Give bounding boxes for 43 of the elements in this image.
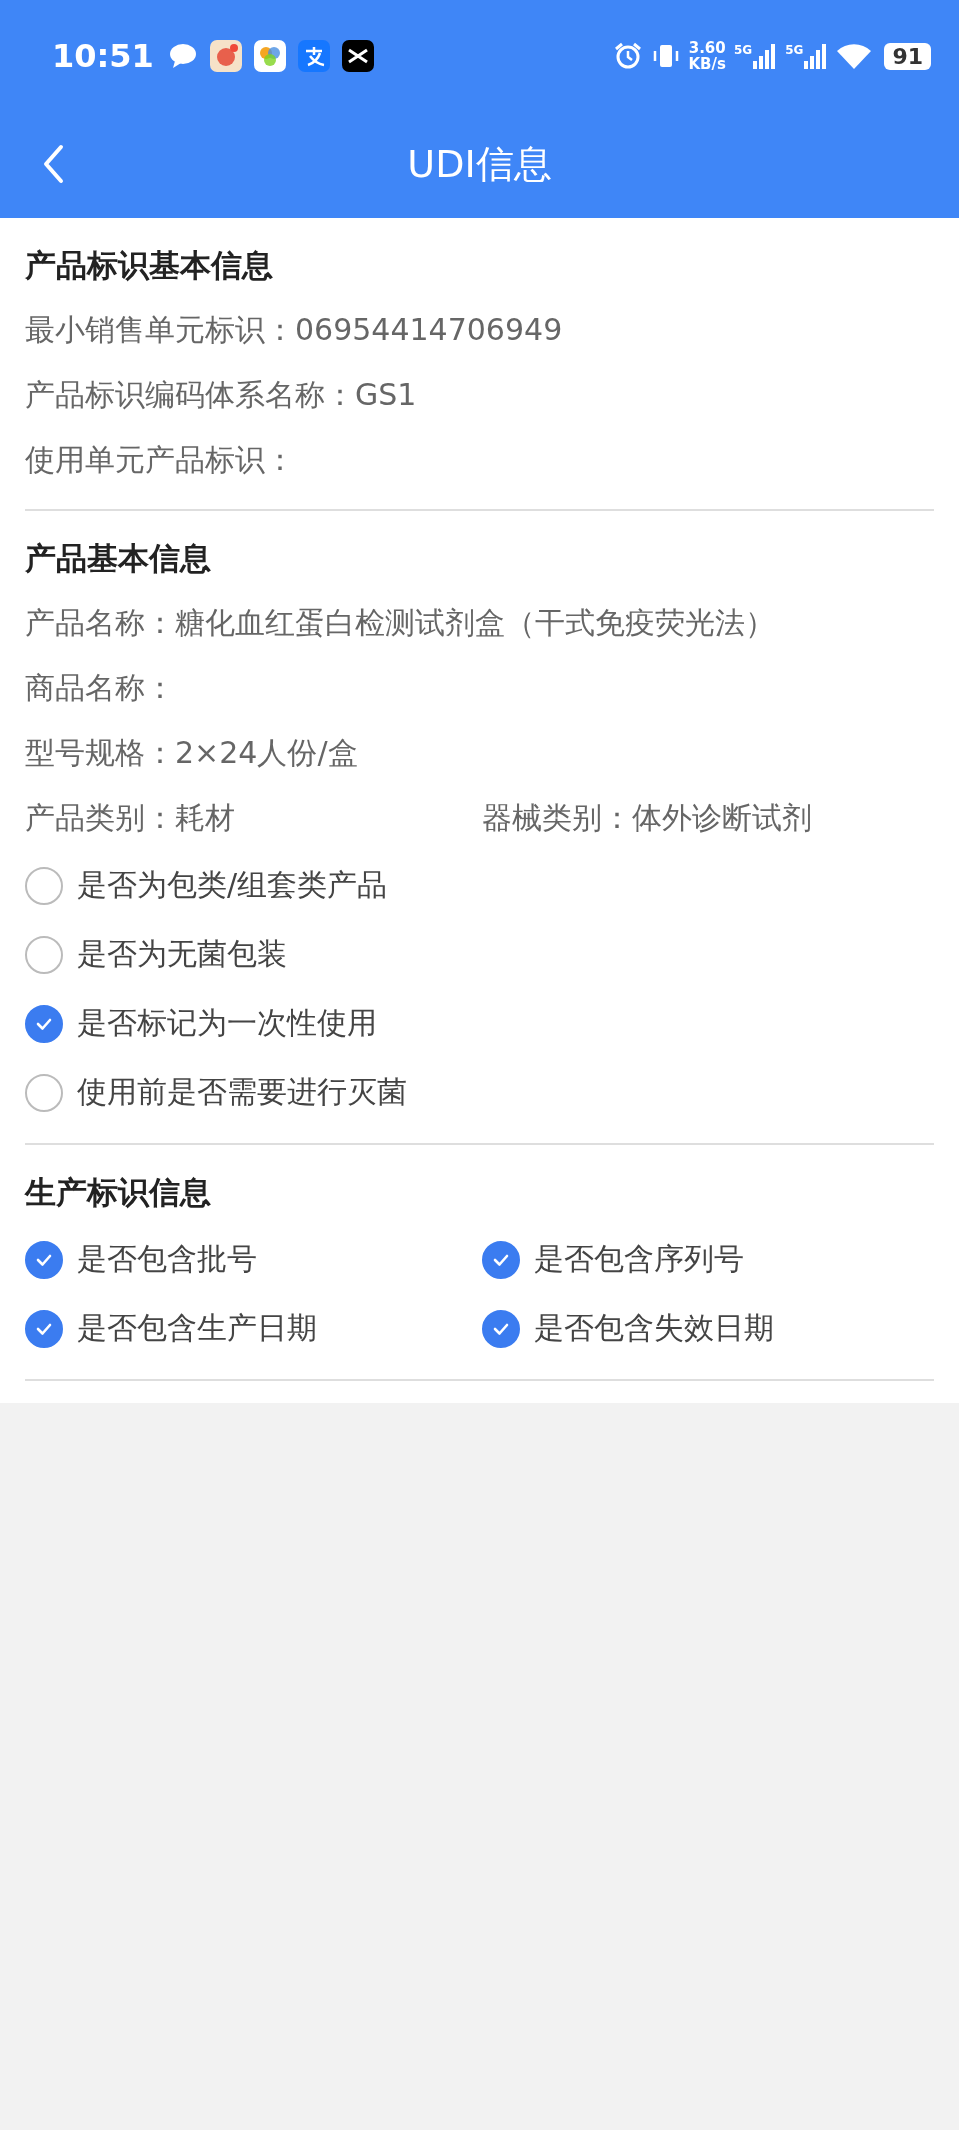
wifi-icon [836,42,873,70]
info-text: 最小销售单元标识：06954414706949 [25,311,563,349]
checkbox[interactable] [25,1240,63,1279]
signal-icon [804,43,829,69]
checkbox[interactable] [482,1240,520,1279]
checkbox[interactable] [25,1004,63,1043]
section-title: 产品标识基本信息 [25,246,274,285]
alarm-icon [612,41,643,71]
network-type: 5G [785,43,804,57]
checkbox-label: 使用前是否需要进行灭菌 [77,1073,407,1111]
checkbox-label: 是否包含失效日期 [534,1309,774,1347]
checkbox[interactable] [25,1073,63,1112]
app-icon [297,40,330,72]
app-icon [209,40,242,72]
page-title: UDI信息 [407,140,552,188]
network-speed: KB/s [688,56,726,72]
signal-icon [753,43,778,69]
app-icon [341,40,374,72]
chat-bubble-icon [167,42,198,70]
info-text: 器械类别：体外诊断试剂 [482,799,812,837]
info-text: 产品类别：耗材 [25,799,235,837]
checkbox-label: 是否包含批号 [77,1240,257,1278]
battery-icon: 91 [884,42,931,70]
checkbox-label: 是否标记为一次性使用 [77,1004,377,1042]
info-text: 产品标识编码体系名称：GS1 [25,376,417,414]
status-time: 10:51 [52,37,154,75]
checkbox-label: 是否为无菌包装 [77,935,287,973]
section-title: 产品基本信息 [25,539,212,578]
network-speed: 3.60 [688,40,726,56]
checkbox[interactable] [25,866,63,905]
network-type: 5G [733,43,753,57]
checkbox[interactable] [25,935,63,974]
info-text: 型号规格：2×24人份/盒 [25,734,358,772]
checkbox-label: 是否包含序列号 [534,1240,744,1278]
info-text: 产品名称：糖化血红蛋白检测试剂盒（干式免疫荧光法） [25,604,775,642]
info-text: 商品名称： [25,669,175,707]
checkbox-label: 是否为包类/组套类产品 [77,866,388,904]
checkbox[interactable] [482,1309,520,1348]
checkbox-label: 是否包含生产日期 [77,1309,317,1347]
app-icon [253,40,286,72]
info-text: 使用单元产品标识： [25,441,295,479]
section-title: 生产标识信息 [25,1173,212,1212]
checkbox[interactable] [25,1309,63,1348]
